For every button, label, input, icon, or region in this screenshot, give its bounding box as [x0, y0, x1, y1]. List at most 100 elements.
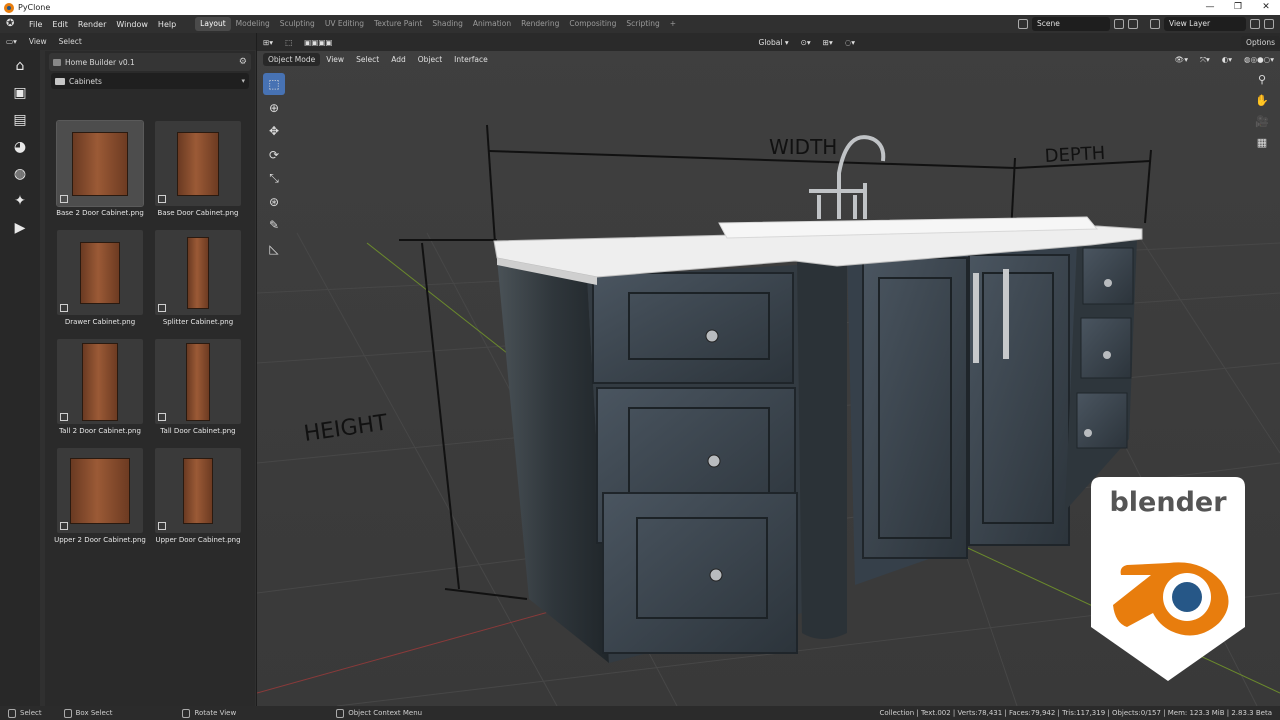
tab-sculpting[interactable]: Sculpting	[275, 17, 320, 31]
object-mode-dropdown[interactable]: Object Mode	[263, 53, 321, 66]
tab-scripting[interactable]: Scripting	[621, 17, 664, 31]
asset-tile[interactable]: Tall 2 Door Cabinet.png	[51, 339, 149, 435]
snap-icon[interactable]: ⊞▾	[817, 38, 839, 47]
frame-icon[interactable]: ▣	[9, 82, 31, 104]
blender-app-icon	[4, 2, 14, 13]
tab-uv-editing[interactable]: UV Editing	[320, 17, 369, 31]
scene-field[interactable]: Scene	[1032, 17, 1110, 31]
drawer-knob-2	[707, 454, 721, 468]
left-door-handle	[973, 273, 979, 363]
visibility-icon[interactable]: 👁▾	[1169, 55, 1194, 64]
viewport-menu-header: Object Mode View Select Add Object Inter…	[257, 51, 1280, 68]
asset-tile[interactable]: Upper 2 Door Cabinet.png	[51, 448, 149, 544]
cabinet-preview	[177, 131, 219, 196]
viewport-menu-view[interactable]: View	[320, 55, 350, 64]
orientation-dropdown[interactable]: Global ▾	[753, 38, 795, 47]
hint-rotate-view: Rotate View	[182, 708, 236, 718]
editor-type-icon[interactable]: ⊞▾	[257, 38, 279, 47]
delete-view-layer-icon[interactable]	[1264, 19, 1274, 29]
asset-label: Drawer Cabinet.png	[64, 318, 136, 326]
editor-type-icon[interactable]: ▭▾	[0, 37, 23, 46]
maximize-button[interactable]: ❐	[1224, 0, 1252, 15]
gear-icon[interactable]: ⚙	[239, 57, 247, 67]
archive-icon[interactable]: ▤	[9, 109, 31, 131]
select-box-tool-icon[interactable]: ⬚	[263, 73, 285, 95]
side-drawer-1	[1082, 247, 1134, 305]
menu-help[interactable]: Help	[153, 20, 181, 29]
cursor-tool-icon[interactable]: ⊕	[263, 97, 285, 119]
asset-label: Tall 2 Door Cabinet.png	[59, 427, 141, 435]
asset-tile[interactable]: Upper Door Cabinet.png	[149, 448, 247, 544]
library-title-text: Home Builder v0.1	[65, 57, 135, 67]
viewport-menu-object[interactable]: Object	[412, 55, 448, 64]
viewport-menu-select[interactable]: Select	[350, 55, 385, 64]
viewport-menu-add[interactable]: Add	[385, 55, 412, 64]
cabinet-preview	[183, 457, 213, 524]
asset-tile[interactable]: Drawer Cabinet.png	[51, 230, 149, 326]
menu-file[interactable]: File	[24, 20, 47, 29]
viewport-menu-interface[interactable]: Interface	[448, 55, 494, 64]
minimize-button[interactable]: —	[1196, 0, 1224, 15]
mouse-left-icon	[63, 708, 72, 718]
pivot-icon[interactable]: ⊙▾	[795, 38, 817, 47]
effects-icon[interactable]: ✦	[9, 190, 31, 212]
menu-edit[interactable]: Edit	[47, 20, 73, 29]
asset-tile[interactable]: Base 2 Door Cabinet.png	[51, 120, 149, 217]
category-dropdown[interactable]: Cabinets ▾	[51, 73, 249, 89]
rotate-tool-icon[interactable]: ⟳	[263, 144, 285, 166]
category-sidebar: ⌂ ▣ ▤ ◕ ◍ ✦ ▶	[0, 50, 40, 706]
asset-thumbnail	[57, 448, 143, 533]
scale-tool-icon[interactable]: ⤡	[263, 167, 285, 189]
material-icon[interactable]: ◕	[9, 136, 31, 158]
tab-animation[interactable]: Animation	[468, 17, 516, 31]
menu-render[interactable]: Render	[73, 20, 111, 29]
left-menu-view[interactable]: View	[23, 37, 53, 46]
annotate-tool-icon[interactable]: ✎	[263, 214, 285, 236]
new-scene-icon[interactable]	[1114, 19, 1124, 29]
transform-tool-icon[interactable]: ⊛	[263, 191, 285, 213]
scene-icon[interactable]	[1018, 19, 1028, 29]
select-mode-icon[interactable]: ⬚	[279, 38, 298, 47]
asset-tile[interactable]: Splitter Cabinet.png	[149, 230, 247, 326]
proportional-edit-icon[interactable]: ◌▾	[839, 38, 861, 47]
tab-layout[interactable]: Layout	[195, 17, 231, 31]
add-workspace-button[interactable]: +	[665, 17, 681, 31]
tab-modeling[interactable]: Modeling	[231, 17, 275, 31]
overlay-icon[interactable]: ◐▾	[1216, 55, 1238, 64]
side-knob-2	[1103, 351, 1111, 359]
close-button[interactable]: ✕	[1252, 0, 1280, 15]
pan-hand-icon[interactable]: ✋	[1252, 94, 1272, 115]
move-tool-icon[interactable]: ✥	[263, 120, 285, 142]
hint-box-select: Box Select	[63, 708, 112, 718]
view-layer-icon[interactable]	[1150, 19, 1160, 29]
tab-texture-paint[interactable]: Texture Paint	[369, 17, 427, 31]
blender-menu-icon[interactable]: ✪	[6, 18, 22, 30]
cabinet-preview	[70, 457, 130, 524]
library-title: Home Builder v0.1 ⚙	[49, 53, 251, 71]
main-menu: File Edit Render Window Help	[24, 20, 181, 29]
zoom-icon[interactable]: ⚲	[1252, 73, 1272, 94]
menu-window[interactable]: Window	[111, 20, 153, 29]
perspective-grid-icon[interactable]: ▦	[1252, 136, 1272, 157]
left-menu-select[interactable]: Select	[53, 37, 88, 46]
asset-label: Upper 2 Door Cabinet.png	[54, 536, 146, 544]
shading-mode-icons[interactable]: ◍◎●○▾	[1238, 55, 1280, 64]
folder-icon	[55, 77, 65, 85]
asset-tile[interactable]: Tall Door Cabinet.png	[149, 339, 247, 435]
gizmo-icon[interactable]: ⤧▾	[1194, 55, 1216, 65]
asset-browser: Home Builder v0.1 ⚙ Cabinets ▾ Base 2 Do…	[45, 51, 255, 706]
measure-tool-icon[interactable]: ◺	[263, 238, 285, 260]
tab-shading[interactable]: Shading	[427, 17, 467, 31]
world-icon[interactable]: ◍	[9, 163, 31, 185]
asset-tile[interactable]: Base Door Cabinet.png	[149, 121, 247, 217]
tab-rendering[interactable]: Rendering	[516, 17, 564, 31]
options-dropdown[interactable]: Options	[1241, 35, 1280, 49]
camera-icon[interactable]: ▶	[9, 217, 31, 239]
view-layer-field[interactable]: View Layer	[1164, 17, 1246, 31]
camera-view-icon[interactable]: 🎥	[1252, 115, 1272, 136]
new-view-layer-icon[interactable]	[1250, 19, 1260, 29]
selection-mode-icons[interactable]: ▣▣▣▣	[298, 38, 338, 47]
tab-compositing[interactable]: Compositing	[564, 17, 621, 31]
delete-scene-icon[interactable]	[1128, 19, 1138, 29]
home-icon[interactable]: ⌂	[9, 55, 31, 77]
